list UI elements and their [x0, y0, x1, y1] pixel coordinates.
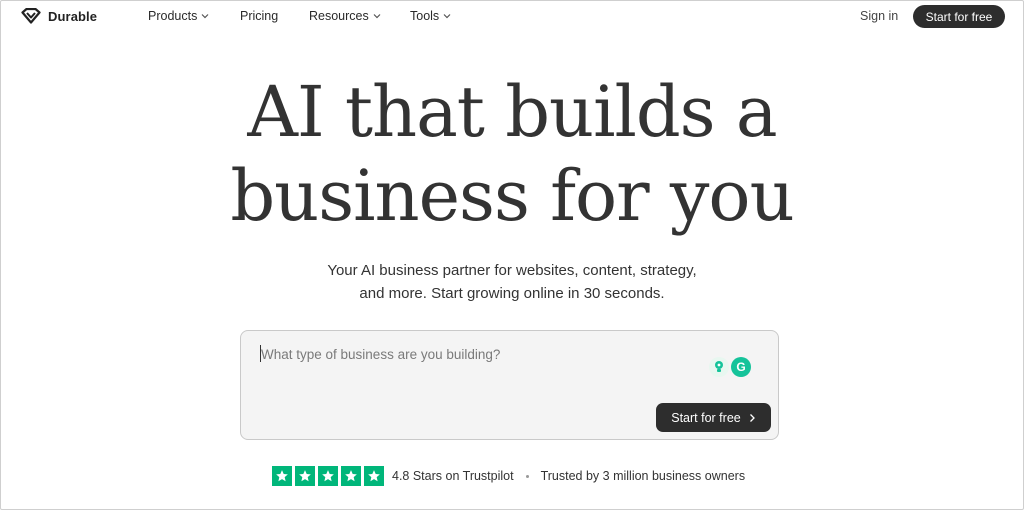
- chevron-down-icon: [373, 14, 381, 19]
- nav-item-tools[interactable]: Tools: [410, 9, 451, 23]
- trustpilot-rating: 4.8 Stars on Trustpilot: [392, 469, 514, 483]
- nav-item-label: Tools: [410, 9, 440, 23]
- nav-item-resources[interactable]: Resources: [309, 9, 381, 23]
- start-for-free-nav-button[interactable]: Start for free: [913, 5, 1005, 28]
- chevron-down-icon: [443, 14, 451, 19]
- hero-subtitle-line2: and more. Start growing online in 30 sec…: [359, 285, 665, 302]
- bulb-icon: [715, 361, 723, 372]
- star-icon: [341, 466, 361, 486]
- business-type-input[interactable]: [261, 347, 701, 387]
- chevron-right-icon: [749, 413, 755, 422]
- sign-in-link[interactable]: Sign in: [860, 9, 898, 23]
- hero-subtitle-line1: Your AI business partner for websites, c…: [327, 262, 697, 279]
- hero-subtitle: Your AI business partner for websites, c…: [0, 259, 1024, 305]
- hero-title: AI that builds a business for you: [0, 70, 1024, 238]
- grammarly-bulb-icon[interactable]: [709, 357, 729, 377]
- text-cursor: [260, 345, 261, 362]
- nav-item-pricing[interactable]: Pricing: [240, 9, 278, 23]
- nav-item-label: Pricing: [240, 9, 279, 23]
- star-icon: [295, 466, 315, 486]
- durable-logo-icon: [21, 8, 41, 24]
- chevron-down-icon: [201, 14, 209, 19]
- hero-title-line2: business for you: [230, 155, 794, 237]
- star-icon: [318, 466, 338, 486]
- trust-row: 4.8 Stars on Trustpilot Trusted by 3 mil…: [272, 466, 745, 486]
- nav-item-products[interactable]: Products: [148, 9, 209, 23]
- nav-item-label: Resources: [309, 9, 369, 23]
- star-icon: [272, 466, 292, 486]
- separator-dot: [525, 474, 529, 478]
- logo-link[interactable]: Durable: [21, 8, 97, 24]
- trustpilot-stars: [272, 466, 384, 486]
- start-for-free-label: Start for free: [671, 410, 741, 425]
- top-nav: Durable Products Pricing Resources Tools…: [0, 0, 1024, 34]
- trusted-by-text: Trusted by 3 million business owners: [540, 469, 746, 483]
- grammarly-g-icon[interactable]: G: [731, 357, 751, 377]
- star-icon: [364, 466, 384, 486]
- grammarly-extension: G: [709, 357, 751, 377]
- logo-text: Durable: [48, 8, 98, 24]
- start-for-free-button[interactable]: Start for free: [656, 403, 771, 432]
- nav-item-label: Products: [148, 9, 198, 23]
- hero-title-line1: AI that builds a: [247, 71, 777, 153]
